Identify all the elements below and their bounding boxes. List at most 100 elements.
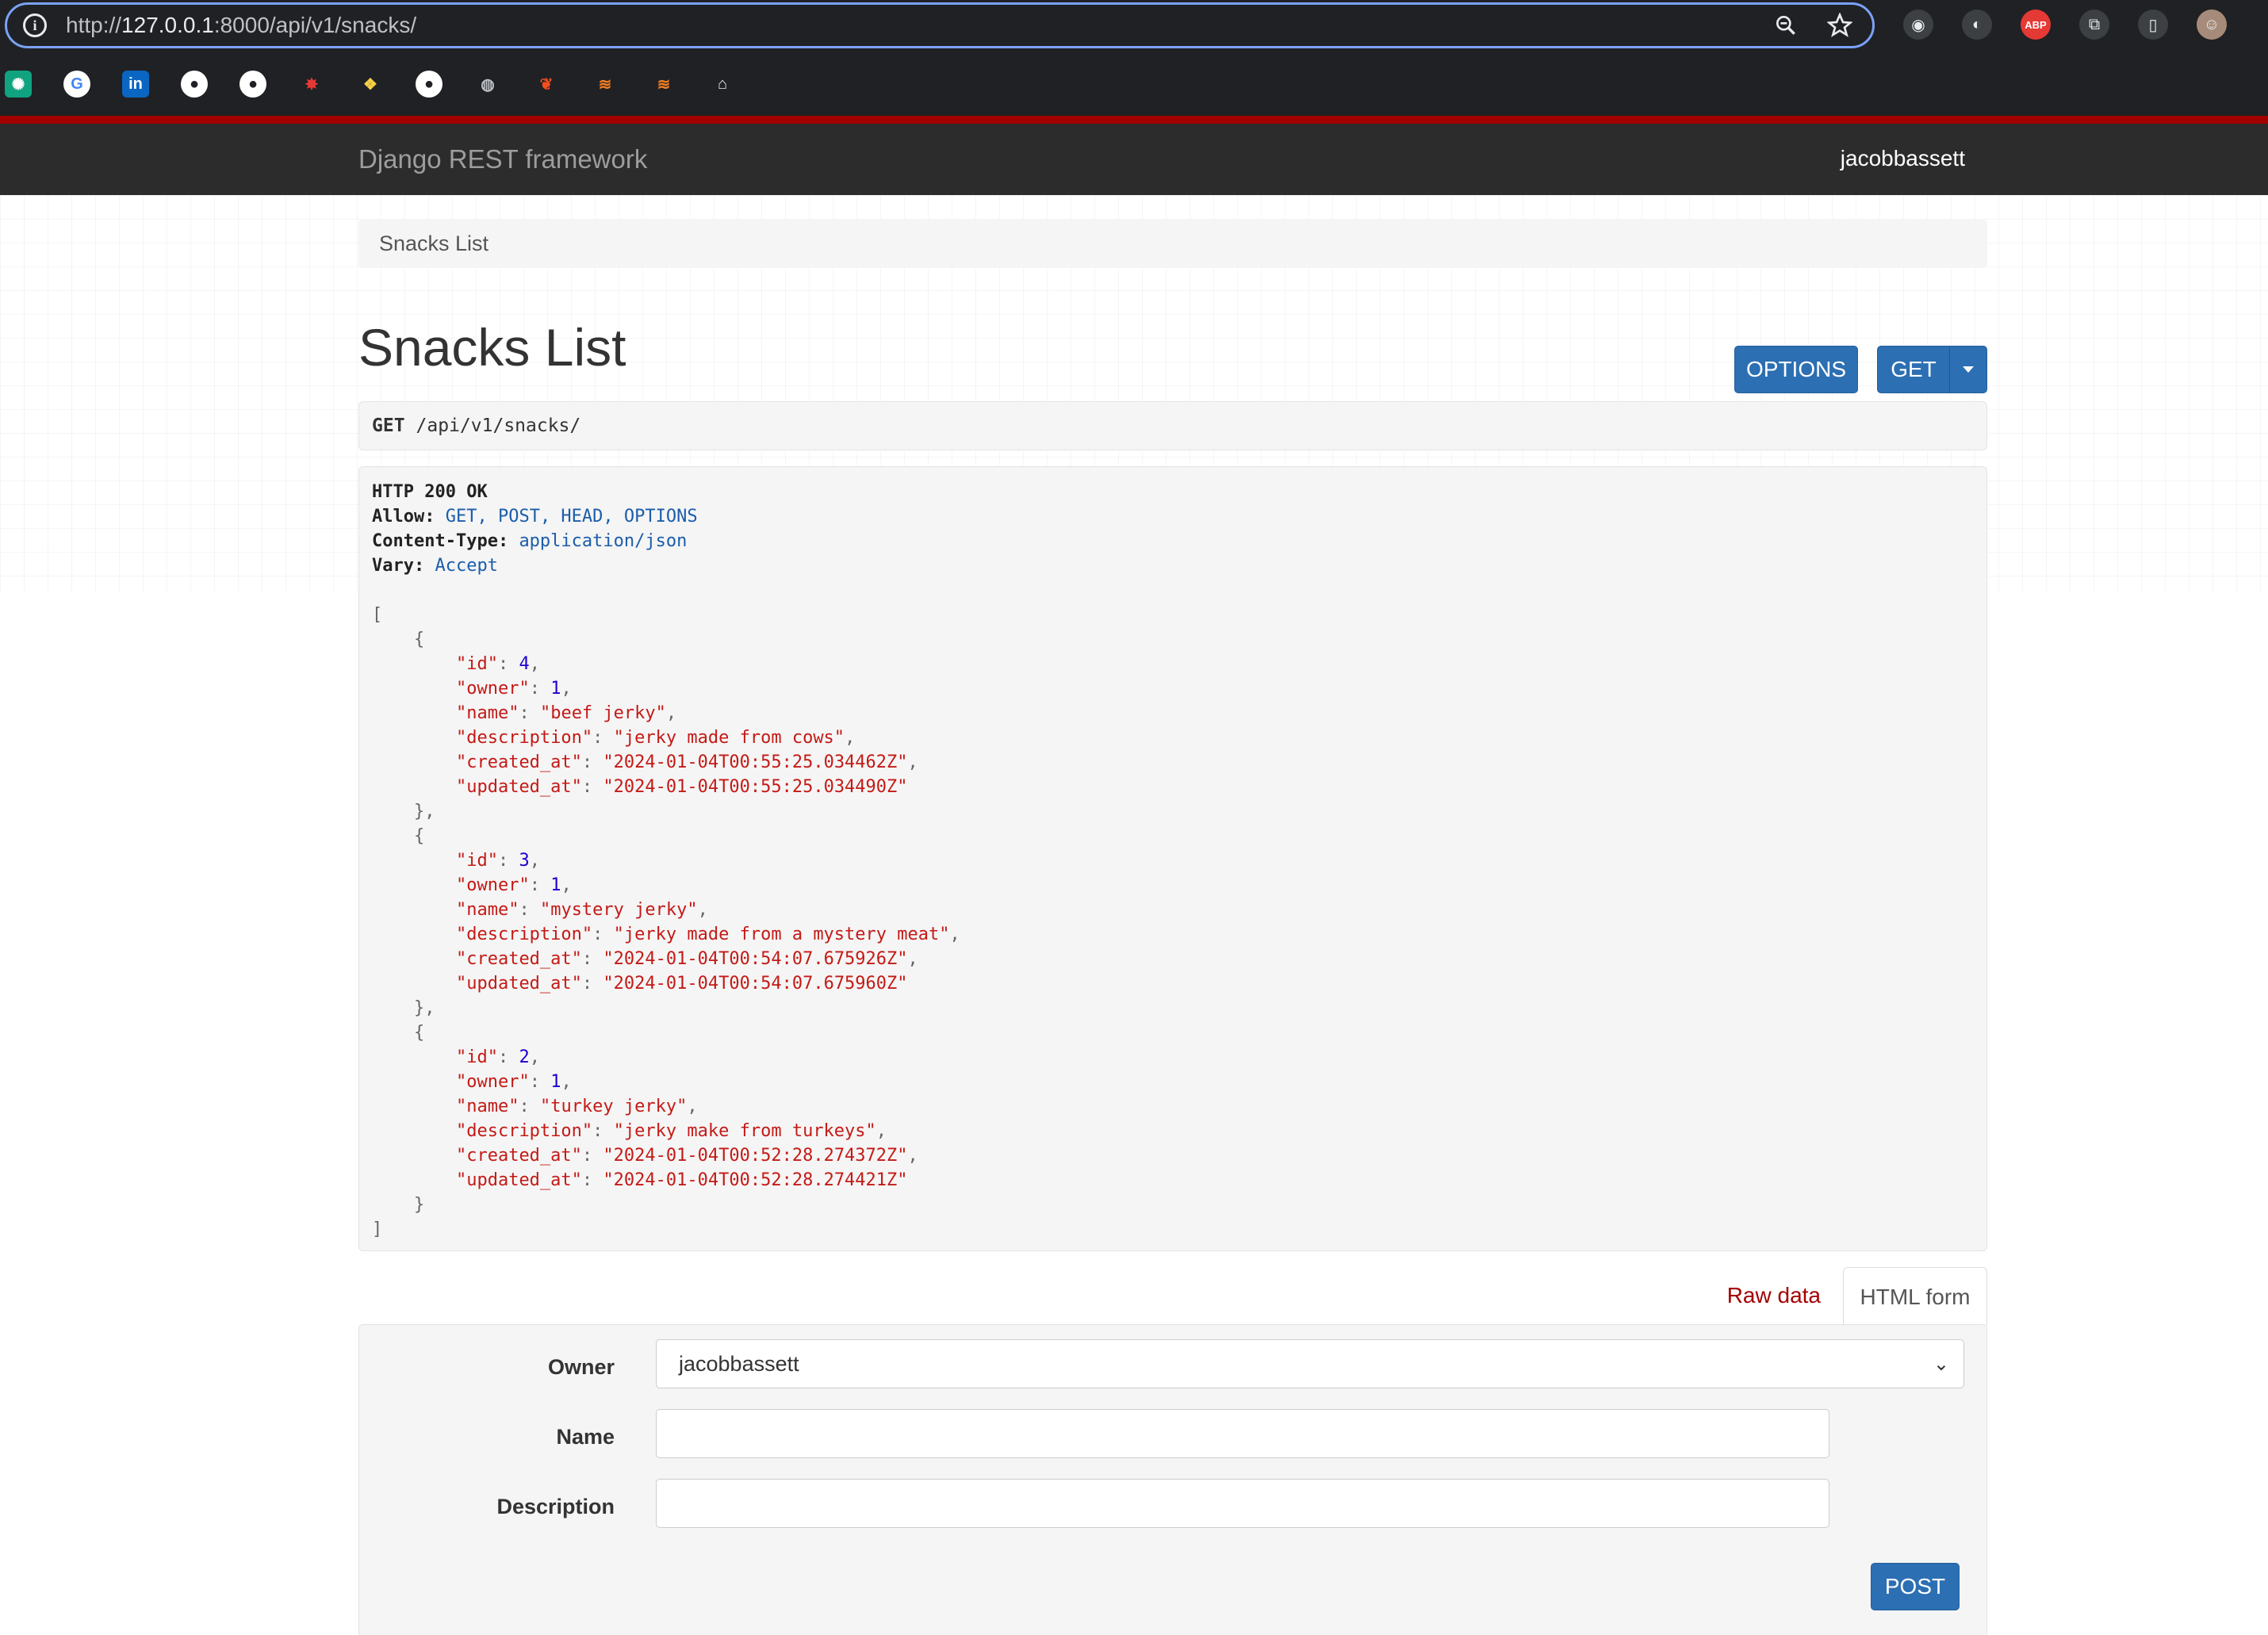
python-bookmark-icon[interactable]: ❖ [357,71,384,98]
navbar-accent-line [0,116,2268,124]
json-key: "description" [455,728,593,748]
name-label: Name [556,1425,615,1449]
site-info-icon[interactable]: i [23,13,47,37]
post-button[interactable]: POST [1871,1563,1960,1610]
json-value: "mystery jerky" [539,900,698,920]
json-value: "2024-01-04T00:54:07.675960Z" [603,974,908,994]
get-button[interactable]: GET [1877,346,1950,393]
json-value: "2024-01-04T00:55:25.034462Z" [603,752,908,772]
json-value: "beef jerky" [539,703,666,723]
json-key: "created_at" [455,1146,582,1166]
json-value: "2024-01-04T00:55:25.034490Z" [603,777,908,797]
json-body: { "id": 4, "owner": 1, "name": "beef jer… [413,630,960,1215]
page-header: Snacks List OPTIONS GET [358,268,1987,401]
address-bar[interactable]: i http://127.0.0.1:8000/api/v1/snacks/ [5,2,1875,48]
json-key: "created_at" [455,949,582,969]
request-path: /api/v1/snacks/ [416,415,581,436]
owner-select[interactable]: jacobbassett ⌄ [656,1339,1964,1388]
navbar-user-menu[interactable]: jacobbassett [1841,146,1965,171]
description-label: Description [496,1495,615,1518]
json-key: "description" [455,925,593,944]
url-prefix: http:// [66,13,122,37]
figma-bookmark-icon[interactable]: ❦ [533,71,560,98]
page-title: Snacks List [358,318,626,377]
response-header-value: application/json [519,531,688,551]
json-value: "jerky make from turkeys" [613,1121,876,1141]
json-key: "updated_at" [455,1170,582,1190]
caret-down-icon [1963,366,1974,373]
json-key: "owner" [455,1072,530,1092]
json-key: "owner" [455,679,530,699]
github-bookmark-icon[interactable]: ● [181,71,208,98]
navbar-brand[interactable]: Django REST framework [358,144,647,174]
get-format-dropdown-button[interactable] [1949,346,1987,393]
response-status: HTTP 200 OK [372,482,488,502]
bookmark-star-icon[interactable] [1826,12,1853,40]
response-info: HTTP 200 OK Allow: GET, POST, HEAD, OPTI… [358,466,1987,1251]
json-value: "turkey jerky" [539,1097,688,1116]
github-bookmark-icon[interactable]: ● [239,71,266,98]
response-header-key: Vary: [372,556,425,576]
form-tabs: Raw data HTML form [358,1267,1987,1326]
json-key: "id" [455,1047,498,1067]
json-value: "2024-01-04T00:52:28.274372Z" [603,1146,908,1166]
extensions-puzzle-icon[interactable]: ⧉ [2079,10,2109,40]
json-key: "name" [455,900,519,920]
navbar: Django REST framework jacobbassett [0,124,2268,195]
linkedin-bookmark-icon[interactable]: in [122,71,149,98]
github-bookmark-icon[interactable]: ● [416,71,442,98]
json-value: "jerky made from cows" [613,728,845,748]
building-bookmark-icon[interactable]: ⌂ [709,71,736,98]
json-value: 3 [519,851,530,871]
name-input[interactable] [656,1409,1829,1458]
json-key: "updated_at" [455,777,582,797]
browser-toolbar: i http://127.0.0.1:8000/api/v1/snacks/ ◉… [0,0,2268,51]
json-key: "updated_at" [455,974,582,994]
stackoverflow-bookmark-icon[interactable]: ≋ [650,71,677,98]
json-key: "description" [455,1121,593,1141]
description-input[interactable] [656,1479,1829,1528]
tab-html-form[interactable]: HTML form [1843,1267,1987,1326]
url-text[interactable]: http://127.0.0.1:8000/api/v1/snacks/ [66,13,416,38]
profile-avatar-icon[interactable]: ☺ [2197,10,2227,40]
response-header-value: GET, POST, HEAD, OPTIONS [445,507,698,526]
request-info: GET /api/v1/snacks/ [358,401,1987,450]
json-key: "name" [455,703,519,723]
content-container: Snacks List Snacks List OPTIONS GET GET … [358,219,1987,1251]
json-key: "owner" [455,875,530,895]
json-value: "2024-01-04T00:52:28.274421Z" [603,1170,908,1190]
chatgpt-bookmark-icon[interactable]: ✺ [5,71,32,98]
json-value: 1 [550,679,561,699]
breadcrumb: Snacks List [358,219,1987,268]
json-key: "created_at" [455,752,582,772]
json-value: 4 [519,654,530,674]
json-value: "jerky made from a mystery meat" [613,925,950,944]
post-form: Owner jacobbassett ⌄ Name Description PO… [358,1324,1987,1635]
zoom-icon[interactable] [1772,13,1799,40]
adblock-icon[interactable]: ABP [2021,10,2051,40]
request-method: GET [372,415,405,436]
privacy-extension-icon[interactable]: ◐ [1962,10,1992,40]
response-header-key: Allow: [372,507,435,526]
json-value: 2 [519,1047,530,1067]
json-key: "name" [455,1097,519,1116]
chevron-down-icon: ⌄ [1933,1354,1949,1375]
response-header-key: Content-Type: [372,531,509,551]
json-value: "2024-01-04T00:54:07.675926Z" [603,949,908,969]
extension-icon[interactable]: ◉ [1903,10,1933,40]
options-button[interactable]: OPTIONS [1734,346,1858,393]
json-value: 1 [550,1072,561,1092]
json-value: 1 [550,875,561,895]
google-bookmark-icon[interactable]: G [63,71,90,98]
owner-select-value: jacobbassett [679,1351,799,1376]
stackoverflow-bookmark-icon[interactable]: ≋ [592,71,619,98]
breadcrumb-item: Snacks List [379,231,489,255]
side-panel-icon[interactable]: ▯ [2138,10,2168,40]
canvas-bookmark-icon[interactable]: ✸ [298,71,325,98]
url-rest: :8000/api/v1/snacks/ [213,13,417,37]
globe-bookmark-icon[interactable]: ◍ [474,71,501,98]
tab-raw-data[interactable]: Raw data [1727,1283,1821,1308]
bookmarks-bar: ✺ G in ● ● ✸ ❖ ● ◍ ❦ ≋ ≋ ⌂ [0,51,2268,117]
json-key: "id" [455,654,498,674]
json-key: "id" [455,851,498,871]
